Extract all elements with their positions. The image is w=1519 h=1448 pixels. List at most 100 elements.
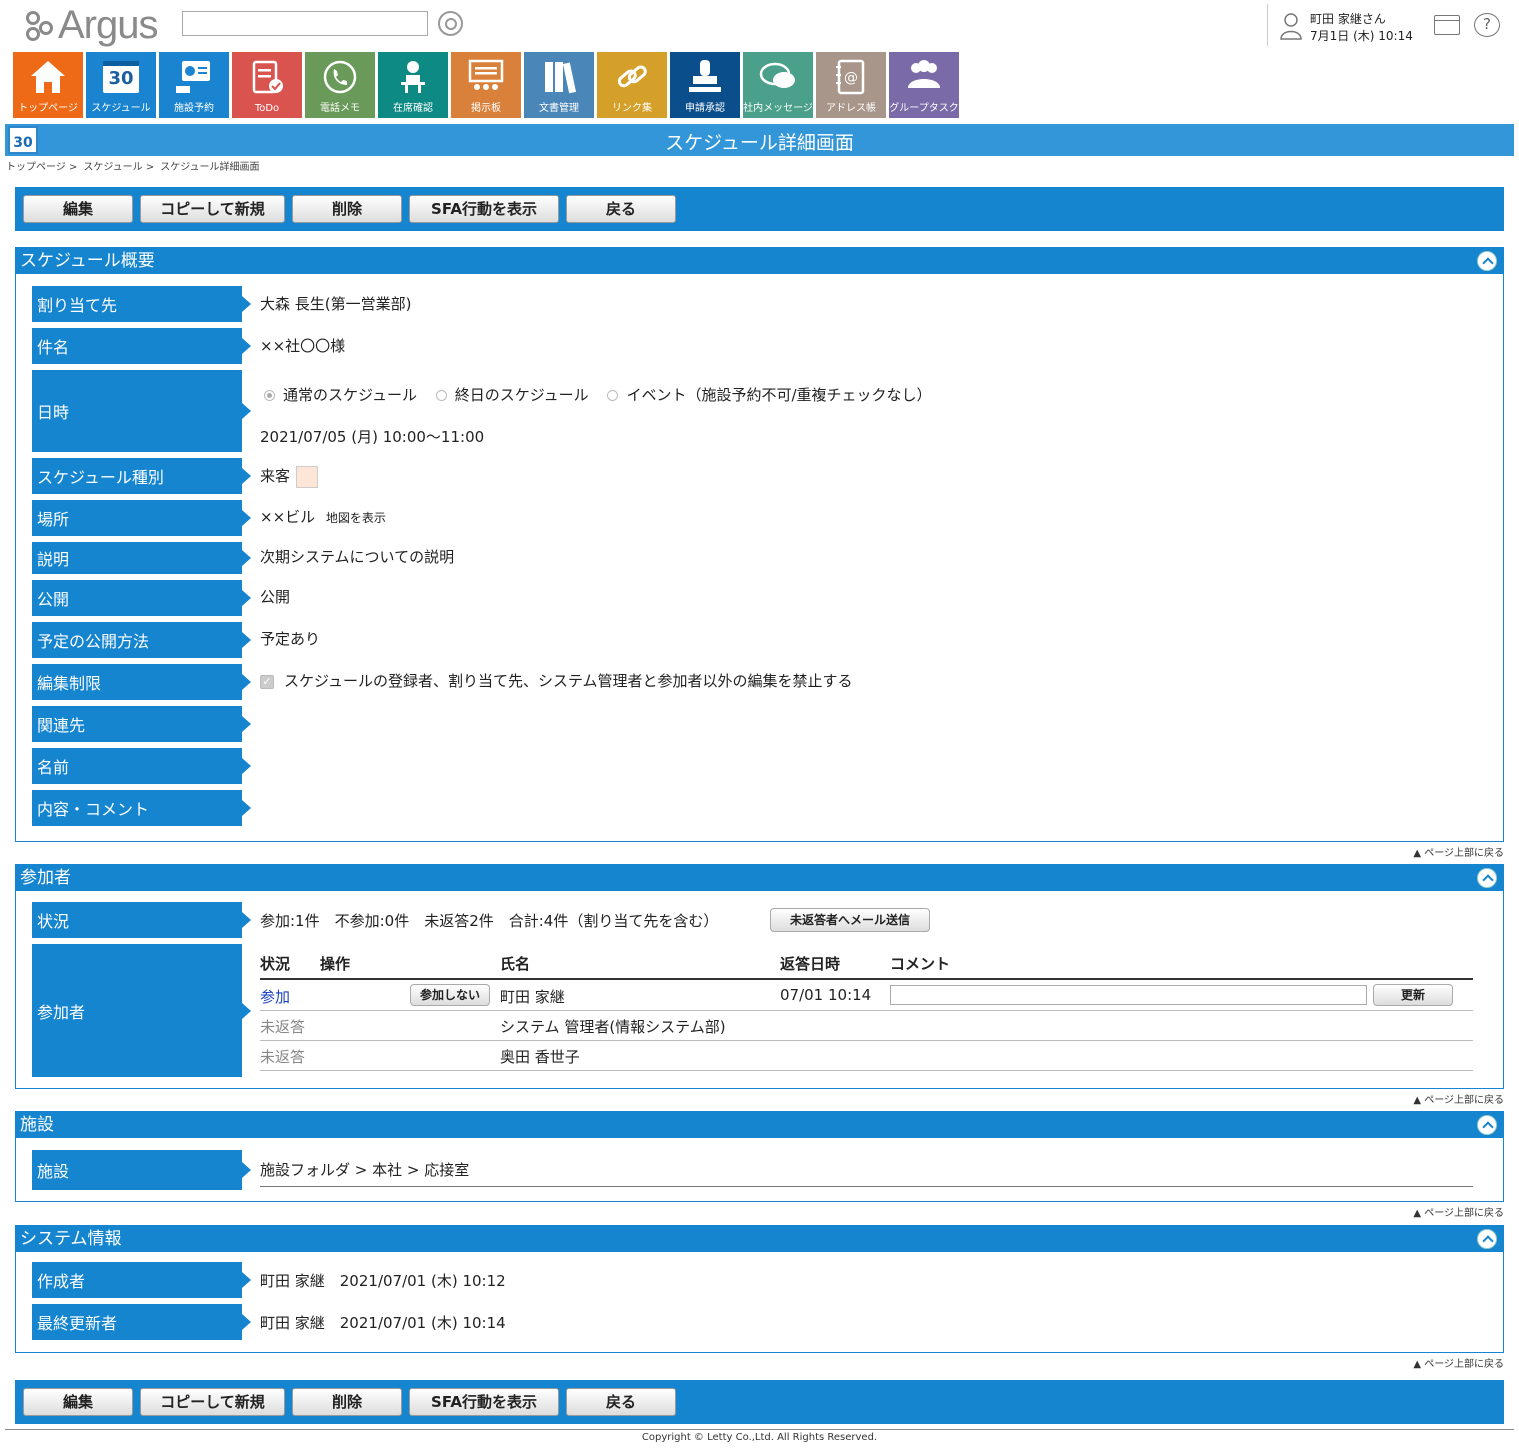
breadcrumb-current: スケジュール詳細画面 (160, 162, 260, 173)
calendar-icon: 30 (86, 56, 156, 98)
nav-label: グループタスク (889, 103, 959, 114)
map-link[interactable]: 地図を表示 (326, 511, 386, 525)
row-date: 07/01 10:14 (780, 986, 872, 1004)
window-icon[interactable] (1434, 15, 1460, 35)
nav-item-presence[interactable]: 在席確認 (378, 52, 448, 118)
radio-allday[interactable] (435, 390, 447, 401)
main-nav: トップページ 30 スケジュール 施設予約 ToDo 電話メモ 在席確認 掲示板 文書管理 リンク… (13, 52, 959, 118)
nav-item-message[interactable]: 社内メッセージ (743, 52, 813, 118)
breadcrumb: トップページ > スケジュール > スケジュール詳細画面 (6, 158, 260, 173)
nav-label: 申請承認 (685, 103, 725, 114)
back-button[interactable]: 戻る (566, 1388, 676, 1416)
radio-event[interactable] (607, 390, 619, 401)
nav-item-address[interactable]: @ アドレス帳 (816, 52, 886, 118)
sfa-button[interactable]: SFA行動を表示 (409, 195, 559, 223)
value-status: 参加:1件 不参加:0件 未返答2件 合計:4件（割り当て先を含む） (260, 912, 719, 930)
nav-item-facility[interactable]: 施設予約 (159, 52, 229, 118)
nav-label: 施設予約 (174, 103, 214, 114)
nav-item-calendar[interactable]: 30 スケジュール (86, 52, 156, 118)
group-icon (889, 56, 959, 98)
stamp-icon (670, 56, 740, 98)
nav-item-group[interactable]: グループタスク (889, 52, 959, 118)
user-icon (1280, 13, 1302, 40)
collapse-icon[interactable] (1477, 251, 1497, 271)
breadcrumb-top[interactable]: トップページ > (6, 158, 77, 173)
nav-label: スケジュール (91, 103, 151, 114)
section-title: スケジュール概要 (16, 248, 1503, 274)
sfa-button[interactable]: SFA行動を表示 (409, 1388, 559, 1416)
title-bar: 30 スケジュール詳細画面 (5, 124, 1514, 156)
value-assignee: 大森 長生(第一営業部) (260, 295, 412, 313)
edit-limit-checkbox[interactable]: ✓ (260, 674, 274, 689)
nav-label: トップページ (18, 103, 78, 114)
search-icon[interactable] (438, 11, 463, 36)
collapse-icon[interactable] (1477, 1115, 1497, 1135)
section-title: 参加者 (16, 865, 1503, 891)
edit-button[interactable]: 編集 (23, 1388, 133, 1416)
delete-button[interactable]: 削除 (292, 1388, 402, 1416)
update-button[interactable]: 更新 (1373, 984, 1453, 1006)
label-place: 場所 (32, 500, 251, 536)
value-type: 来客 (260, 465, 319, 488)
collapse-icon[interactable] (1477, 1229, 1497, 1249)
copy-new-button[interactable]: コピーして新規 (140, 1388, 285, 1416)
nav-item-link[interactable]: リンク集 (597, 52, 667, 118)
back-to-top-link[interactable]: ▲ ページ上部に戻る (1413, 844, 1504, 859)
collapse-icon[interactable] (1477, 868, 1497, 888)
nav-label: 電話メモ (320, 103, 360, 114)
label-public-method: 予定の公開方法 (32, 622, 251, 658)
table-row: 参加 参加しない 町田 家継 07/01 10:14 更新 (260, 981, 1473, 1011)
section-facility: 施設 施設 施設フォルダ > 本社 > 応接室 (15, 1111, 1504, 1202)
value-edit-limit: ✓ スケジュールの登録者、割り当て先、システム管理者と参加者以外の編集を禁止する (260, 670, 853, 691)
value-subject: ××社〇〇様 (260, 337, 346, 355)
row-name: システム 管理者(情報システム部) (500, 1018, 726, 1036)
value-public-method: 予定あり (260, 630, 321, 648)
current-date: 7月1日 (木) 10:14 (1310, 29, 1413, 43)
comment-input[interactable] (890, 985, 1367, 1005)
nav-item-todo[interactable]: ToDo (232, 52, 302, 118)
argus-logo[interactable]: Argus (24, 2, 158, 47)
back-button[interactable]: 戻る (566, 195, 676, 223)
facility-icon (159, 56, 229, 98)
app-root: Argus 町田 家継さん 7月1日 (木) 10:14 ? トップページ 30 ス… (0, 0, 1519, 1448)
nav-item-phone[interactable]: 電話メモ (305, 52, 375, 118)
phone-icon (305, 56, 375, 98)
toolbar-bottom: 編集 コピーして新規 削除 SFA行動を表示 戻る (15, 1380, 1504, 1424)
nav-item-stamp[interactable]: 申請承認 (670, 52, 740, 118)
col-status: 状況 (260, 955, 291, 973)
breadcrumb-schedule[interactable]: スケジュール > (83, 158, 154, 173)
copy-new-button[interactable]: コピーして新規 (140, 195, 285, 223)
label-status: 状況 (32, 902, 251, 938)
row-status[interactable]: 参加 (260, 986, 290, 1007)
back-to-top-link[interactable]: ▲ ページ上部に戻る (1413, 1204, 1504, 1219)
row-status: 未返答 (260, 1048, 306, 1066)
edit-button[interactable]: 編集 (23, 195, 133, 223)
row-status: 未返答 (260, 1018, 306, 1036)
value-updater: 町田 家継 2021/07/01 (木) 10:14 (260, 1314, 506, 1332)
toolbar-top: 編集 コピーして新規 削除 SFA行動を表示 戻る (15, 187, 1504, 231)
back-to-top-link[interactable]: ▲ ページ上部に戻る (1413, 1355, 1504, 1370)
label-participants: 参加者 (32, 944, 251, 1077)
nav-label: ToDo (254, 103, 280, 114)
delete-button[interactable]: 削除 (292, 195, 402, 223)
nav-item-document[interactable]: 文書管理 (524, 52, 594, 118)
type-color-swatch (296, 465, 319, 488)
back-to-top-link[interactable]: ▲ ページ上部に戻る (1413, 1091, 1504, 1106)
logo-text: Argus (58, 2, 158, 47)
radio-normal[interactable] (264, 390, 275, 401)
radio-normal-label: 通常のスケジュール (283, 386, 417, 404)
search-input[interactable] (182, 11, 428, 36)
mail-unreplied-button[interactable]: 未返答者へメール送信 (770, 908, 930, 932)
nav-item-home[interactable]: トップページ (13, 52, 83, 118)
label-assignee: 割り当て先 (32, 286, 251, 322)
section-title: システム情報 (16, 1226, 1503, 1252)
todo-icon (232, 56, 302, 98)
label-facility: 施設 (32, 1150, 251, 1190)
home-icon (13, 56, 83, 98)
decline-button[interactable]: 参加しない (410, 984, 490, 1006)
section-overview: スケジュール概要 割り当て先 大森 長生(第一営業部) 件名 ××社〇〇様 日時… (15, 247, 1504, 842)
address-icon: @ (816, 56, 886, 98)
nav-label: 在席確認 (393, 103, 433, 114)
nav-item-board[interactable]: 掲示板 (451, 52, 521, 118)
help-icon[interactable]: ? (1474, 13, 1500, 37)
